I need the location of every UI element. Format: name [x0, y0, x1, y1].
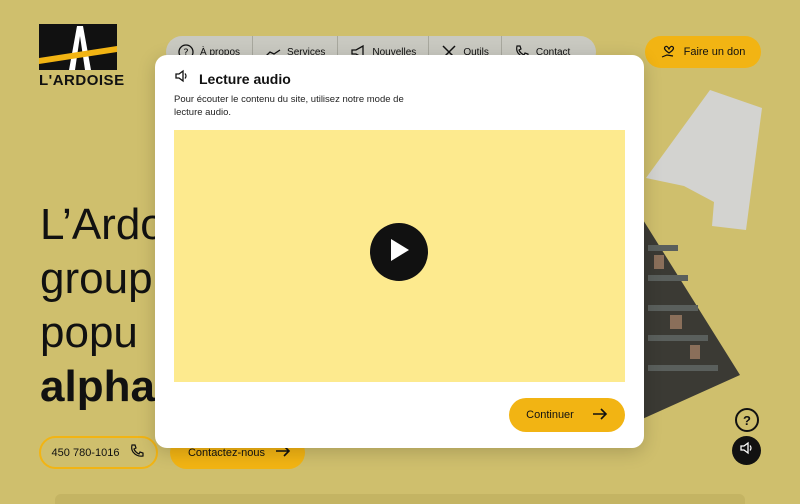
speaker-icon [174, 69, 190, 88]
phone-number: 450 780-1016 [51, 446, 120, 459]
hero-line-1: L’Ardo [40, 200, 165, 249]
arrow-right-icon [592, 407, 608, 424]
play-button[interactable] [370, 223, 428, 281]
hero-line-3: popu [40, 308, 138, 357]
play-icon [388, 238, 410, 267]
hero-line-4: alpha [40, 362, 155, 411]
logo-a-icon [39, 26, 117, 70]
donate-button[interactable]: Faire un don [645, 36, 761, 68]
contact-label: Contactez-nous [187, 446, 265, 459]
heart-hand-icon [661, 43, 677, 62]
help-button[interactable]: ? [735, 408, 759, 432]
phone-button[interactable]: 450 780-1016 [39, 436, 158, 469]
continue-label: Continuer [526, 409, 574, 421]
logo-text: L'ARDOISE [39, 72, 125, 89]
hero-line-2: group [40, 254, 153, 303]
phone-icon [129, 443, 145, 462]
modal-title: Lecture audio [199, 70, 291, 87]
logo-mark [39, 24, 117, 70]
hero-heading: L’Ardo group popu alpha [40, 198, 165, 414]
modal-description: Pour écouter le contenu du site, utilise… [174, 94, 404, 118]
audio-modal: Lecture audio Pour écouter le contenu du… [155, 55, 644, 448]
modal-header: Lecture audio [174, 69, 291, 88]
photo-triangle-image [640, 215, 740, 420]
speaker-icon [739, 441, 755, 460]
continue-button[interactable]: Continuer [509, 398, 625, 432]
bottom-section-edge [55, 494, 745, 504]
video-player[interactable] [174, 130, 625, 382]
audio-mode-button[interactable] [732, 436, 761, 465]
site-logo[interactable]: L'ARDOISE [39, 24, 125, 90]
donate-label: Faire un don [683, 46, 746, 58]
